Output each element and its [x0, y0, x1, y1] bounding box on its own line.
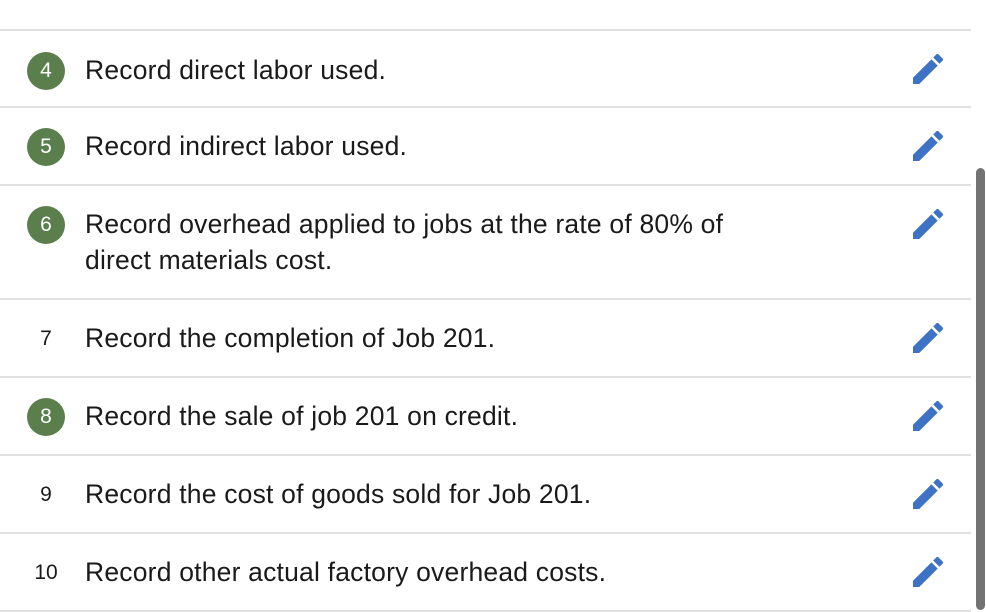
pencil-icon[interactable]	[908, 204, 948, 244]
completed-step-badge: 4	[27, 52, 65, 90]
task-label: Record indirect labor used.	[85, 131, 408, 161]
task-row: 9 Record the cost of goods sold for Job …	[0, 456, 971, 534]
pencil-icon[interactable]	[908, 474, 948, 514]
step-number: 9	[40, 483, 52, 506]
step-number: 7	[40, 327, 52, 350]
task-label: Record other actual factory overhead cos…	[85, 557, 607, 587]
completed-step-badge: 5	[27, 128, 65, 166]
task-row: 5 Record indirect labor used.	[0, 108, 971, 186]
pencil-icon[interactable]	[908, 49, 948, 89]
task-label-line: Record overhead applied to jobs at the r…	[85, 209, 724, 239]
task-label: Record direct labor used.	[85, 55, 387, 85]
task-label: Record the cost of goods sold for Job 20…	[85, 479, 592, 509]
task-label: Record overhead applied to jobs at the r…	[85, 206, 845, 278]
step-number: 10	[34, 561, 58, 584]
task-row: 10 Record other actual factory overhead …	[0, 534, 971, 612]
task-label-line: direct materials cost.	[85, 245, 333, 275]
task-label: Record the completion of Job 201.	[85, 323, 496, 353]
vertical-scrollbar[interactable]	[974, 168, 986, 612]
completed-step-badge: 8	[27, 398, 65, 436]
task-label: Record the sale of job 201 on credit.	[85, 401, 519, 431]
task-row: 8 Record the sale of job 201 on credit.	[0, 378, 971, 456]
scrollbar-thumb[interactable]	[976, 168, 985, 610]
completed-step-badge: 6	[27, 206, 65, 244]
pencil-icon[interactable]	[908, 552, 948, 592]
pencil-icon[interactable]	[908, 396, 948, 436]
task-list-viewport: 4 Record direct labor used. 5 Record ind…	[0, 0, 986, 612]
pencil-icon[interactable]	[908, 318, 948, 358]
task-row: 7 Record the completion of Job 201.	[0, 300, 971, 378]
task-row: 6 Record overhead applied to jobs at the…	[0, 186, 971, 300]
task-row: 4 Record direct labor used.	[0, 31, 971, 108]
pencil-icon[interactable]	[908, 126, 948, 166]
task-list: 4 Record direct labor used. 5 Record ind…	[0, 29, 971, 612]
